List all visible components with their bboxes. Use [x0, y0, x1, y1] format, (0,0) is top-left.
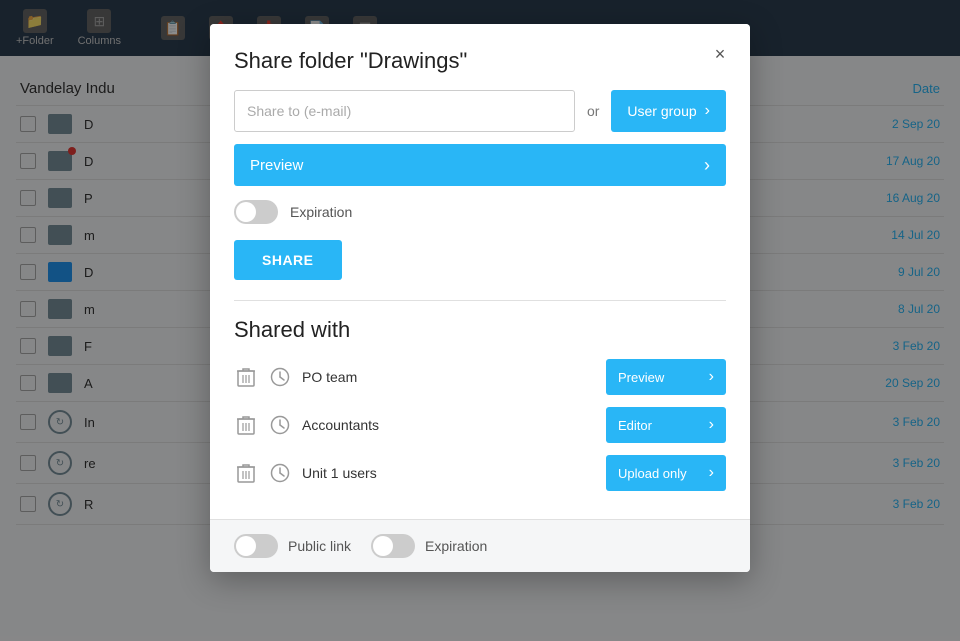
shared-item-name: Unit 1 users: [302, 465, 596, 481]
user-group-label: User group: [627, 103, 696, 119]
expiration-label: Expiration: [290, 204, 352, 220]
modal-header: Share folder "Drawings" ×: [210, 24, 750, 90]
clock-icon[interactable]: [268, 365, 292, 389]
public-link-group: Public link: [234, 534, 351, 558]
unit1-permission-label: Upload only: [618, 466, 687, 481]
shared-item-name: PO team: [302, 369, 596, 385]
divider: [234, 300, 726, 301]
trash-icon[interactable]: [234, 363, 258, 391]
chevron-right-icon: ›: [709, 368, 714, 386]
expiration-toggle[interactable]: [234, 200, 278, 224]
shared-items-list: PO team Preview ›: [234, 359, 726, 491]
share-input-row: or User group ›: [234, 90, 726, 132]
public-link-toggle[interactable]: [234, 534, 278, 558]
unit1-permission-button[interactable]: Upload only ›: [606, 455, 726, 491]
permission-dropdown[interactable]: Preview ›: [234, 144, 726, 186]
permission-label: Preview: [250, 157, 303, 174]
trash-icon[interactable]: [234, 459, 258, 487]
shared-item-name: Accountants: [302, 417, 596, 433]
po-team-permission-label: Preview: [618, 370, 664, 385]
share-button[interactable]: SHARE: [234, 240, 342, 280]
clock-icon[interactable]: [268, 461, 292, 485]
shared-item-po-team: PO team Preview ›: [234, 359, 726, 395]
share-modal: Share folder "Drawings" × or User group …: [210, 24, 750, 572]
po-team-permission-button[interactable]: Preview ›: [606, 359, 726, 395]
accountants-permission-button[interactable]: Editor ›: [606, 407, 726, 443]
or-label: or: [587, 103, 599, 119]
footer-expiration-toggle[interactable]: [371, 534, 415, 558]
footer-expiration-label: Expiration: [425, 538, 487, 554]
user-group-button[interactable]: User group ›: [611, 90, 726, 132]
modal-body: or User group › Preview › Expiration SHA…: [210, 90, 750, 519]
shared-item-accountants: Accountants Editor ›: [234, 407, 726, 443]
chevron-right-icon: ›: [709, 416, 714, 434]
modal-title: Share folder "Drawings": [234, 48, 726, 74]
shared-with-title: Shared with: [234, 317, 726, 343]
clock-icon[interactable]: [268, 413, 292, 437]
shared-item-unit1: Unit 1 users Upload only ›: [234, 455, 726, 491]
chevron-right-icon: ›: [704, 155, 710, 176]
chevron-right-icon: ›: [705, 102, 710, 120]
accountants-permission-label: Editor: [618, 418, 652, 433]
share-email-input[interactable]: [234, 90, 575, 132]
public-link-label: Public link: [288, 538, 351, 554]
expiration-row: Expiration: [234, 200, 726, 224]
close-button[interactable]: ×: [706, 40, 734, 68]
modal-footer: Public link Expiration: [210, 519, 750, 572]
trash-icon[interactable]: [234, 411, 258, 439]
footer-expiration-group: Expiration: [371, 534, 487, 558]
chevron-right-icon: ›: [709, 464, 714, 482]
